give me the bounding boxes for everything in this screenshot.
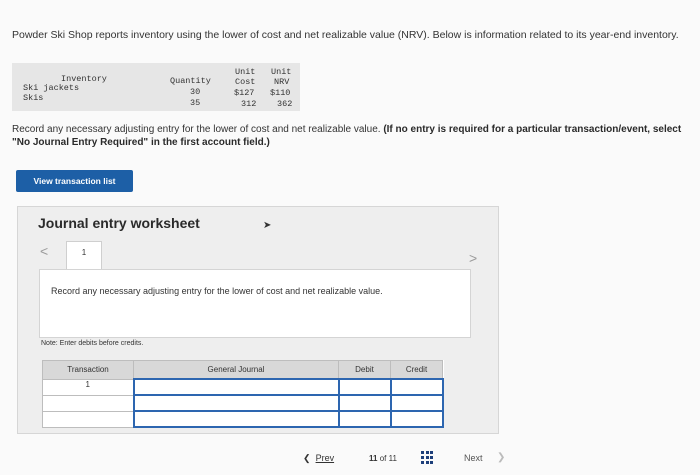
- header-unit-nrv-1: Unit: [271, 67, 292, 77]
- journal-entry-table: Transaction General Journal Debit Credit…: [42, 360, 444, 428]
- table-header-row: Transaction General Journal Debit Credit: [42, 360, 443, 380]
- worksheet-instruction-box: [39, 269, 471, 338]
- debit-field[interactable]: [337, 410, 392, 428]
- prev-label: Prev: [315, 453, 335, 463]
- table-row: [42, 410, 444, 428]
- mouse-cursor-icon: ➤: [263, 220, 272, 231]
- table-row: 1: [42, 378, 444, 396]
- header-unit-cost-1: Unit: [235, 67, 256, 77]
- credit-field[interactable]: [389, 378, 444, 396]
- view-transaction-list-button[interactable]: View transaction list: [16, 170, 133, 192]
- row-nrv: 362: [277, 99, 293, 109]
- col-transaction: Transaction: [42, 360, 134, 380]
- page-total: 11: [388, 454, 397, 463]
- chevron-left-icon: ❮: [303, 453, 311, 463]
- account-field[interactable]: [132, 410, 340, 428]
- page-indicator: 11 of 11: [369, 454, 397, 463]
- inventory-table: Inventory Quantity Unit Cost Unit NRV Sk…: [12, 63, 300, 111]
- header-unit-nrv-2: NRV: [274, 77, 290, 87]
- table-row: [42, 394, 444, 412]
- col-general-journal: General Journal: [133, 360, 339, 380]
- row-quantity: 35: [190, 98, 201, 108]
- problem-intro: Powder Ski Shop reports inventory using …: [12, 29, 679, 41]
- instruction-plain: Record any necessary adjusting entry for…: [12, 124, 381, 135]
- chevron-right-icon: ❯: [497, 452, 506, 463]
- account-field[interactable]: [132, 394, 340, 412]
- page-of: of: [379, 454, 387, 463]
- row-nrv: $110: [270, 88, 291, 98]
- worksheet-title: Journal entry worksheet: [38, 215, 200, 231]
- row-cost: 312: [241, 99, 257, 109]
- col-debit: Debit: [338, 360, 391, 380]
- transaction-number: 1: [42, 378, 134, 396]
- credit-field[interactable]: [389, 410, 444, 428]
- debit-field[interactable]: [337, 394, 392, 412]
- row-cost: $127: [234, 88, 255, 98]
- debit-credit-note: Note: Enter debits before credits.: [41, 340, 144, 347]
- prev-button[interactable]: ❮ Prev: [303, 453, 334, 464]
- problem-instruction: Record any necessary adjusting entry for…: [12, 124, 692, 149]
- worksheet-tab-1[interactable]: 1: [66, 241, 102, 271]
- chevron-left-icon[interactable]: <: [40, 243, 48, 259]
- header-unit-cost-2: Cost: [235, 77, 256, 87]
- header-quantity: Quantity: [170, 76, 211, 86]
- row-quantity: 30: [190, 87, 201, 97]
- grid-icon[interactable]: [421, 451, 434, 464]
- credit-field[interactable]: [389, 394, 444, 412]
- debit-field[interactable]: [337, 378, 392, 396]
- row-item: Ski jackets: [23, 83, 80, 93]
- next-button[interactable]: Next: [464, 453, 483, 463]
- transaction-number: [42, 410, 134, 428]
- transaction-number: [42, 394, 134, 412]
- row-item: Skis: [23, 93, 44, 103]
- page-current: 11: [369, 454, 378, 463]
- worksheet-instruction: Record any necessary adjusting entry for…: [51, 286, 383, 296]
- col-credit: Credit: [390, 360, 443, 380]
- chevron-right-icon[interactable]: >: [469, 250, 477, 266]
- account-field[interactable]: [132, 378, 340, 396]
